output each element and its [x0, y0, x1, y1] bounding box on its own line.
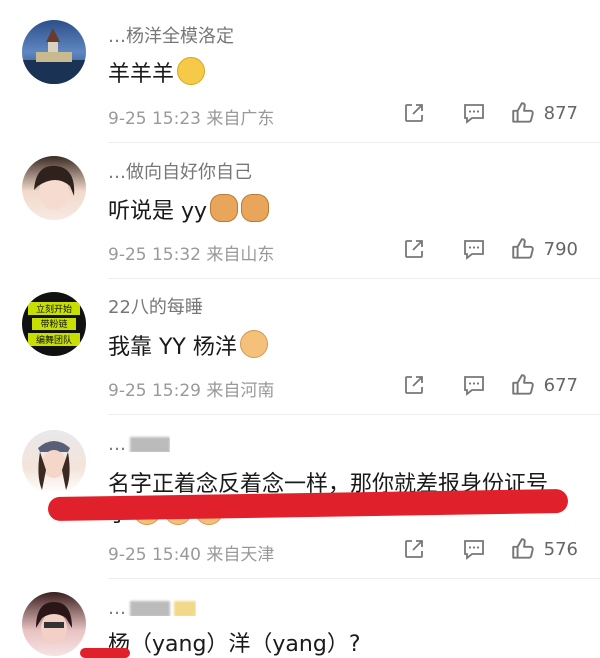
action-bar: 790 [384, 236, 578, 262]
girl-avatar-image [34, 165, 75, 210]
thumbs-up-icon [511, 102, 534, 123]
like-button[interactable]: 576 [510, 536, 578, 562]
badge-avatar-image: 立刻开始 带粉链 编舞团队 [28, 302, 80, 346]
divider [108, 142, 600, 143]
comment-icon[interactable] [444, 101, 504, 125]
thumbs-up-icon [511, 538, 534, 559]
comment-icon[interactable] [444, 237, 504, 261]
username[interactable]: … [108, 594, 196, 616]
avatar[interactable] [22, 592, 86, 656]
comment-meta: 9-25 15:23 来自广东 [108, 109, 275, 129]
comment-text: 杨（yang）洋（yang）? [108, 632, 361, 657]
divider [108, 414, 600, 415]
action-bar: 877 [384, 100, 578, 126]
thumbs-up-icon [511, 238, 534, 259]
doge-emoji-icon [241, 194, 270, 222]
like-button[interactable]: 677 [510, 372, 578, 398]
like-count: 877 [543, 102, 578, 124]
girl-avatar-image [36, 602, 72, 644]
avatar[interactable] [22, 156, 86, 220]
doge-emoji-icon [210, 194, 239, 222]
share-icon[interactable] [384, 373, 444, 397]
username[interactable]: 22八的每睡 [108, 293, 203, 315]
username[interactable]: … [108, 430, 170, 452]
shy-emoji-icon [239, 330, 268, 358]
avatar[interactable] [22, 20, 86, 84]
avatar[interactable]: 立刻开始 带粉链 编舞团队 [22, 292, 86, 356]
comment-text: 听说是 yy [108, 193, 270, 225]
avatar[interactable] [22, 430, 86, 494]
divider [108, 278, 600, 279]
smile-emoji-icon [177, 57, 206, 85]
comment-text: 羊羊羊 [108, 56, 206, 88]
svg-text:编舞团队: 编舞团队 [36, 334, 72, 346]
like-count: 790 [543, 238, 578, 260]
share-icon[interactable] [384, 101, 444, 125]
svg-text:立刻开始: 立刻开始 [36, 303, 72, 315]
action-bar: 677 [384, 372, 578, 398]
like-button[interactable]: 877 [510, 100, 578, 126]
thumbs-up-icon [511, 374, 534, 395]
username[interactable]: …做向自好你自己 [108, 158, 252, 180]
comment-meta: 9-25 15:29 来自河南 [108, 381, 275, 401]
share-icon[interactable] [384, 537, 444, 561]
comment-text: 我靠 YY 杨洋 [108, 329, 268, 361]
comment-icon[interactable] [444, 537, 504, 561]
share-icon[interactable] [384, 237, 444, 261]
svg-text:带粉链: 带粉链 [40, 318, 67, 330]
action-bar: 576 [384, 536, 578, 562]
comment-meta: 9-25 15:40 来自天津 [108, 545, 275, 565]
like-button[interactable]: 790 [510, 236, 578, 262]
comment-meta: 9-25 15:32 来自山东 [108, 245, 275, 265]
like-count: 677 [543, 374, 578, 396]
divider [108, 578, 600, 579]
castle-avatar-image [22, 28, 86, 84]
username[interactable]: …杨洋全模洛定 [108, 22, 234, 44]
like-count: 576 [543, 538, 578, 560]
comment-icon[interactable] [444, 373, 504, 397]
woman-avatar-image [38, 441, 70, 490]
